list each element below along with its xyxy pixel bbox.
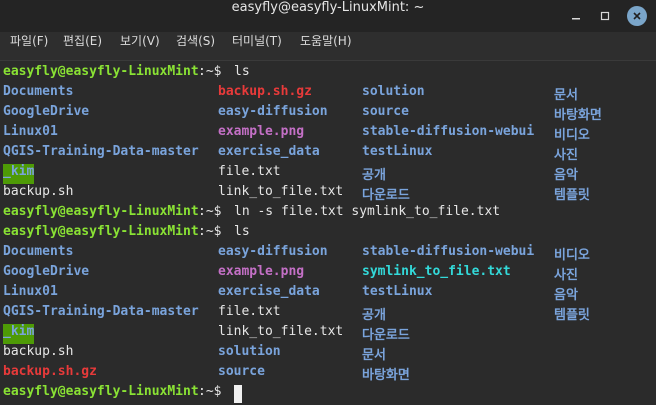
terminal-window: easyfly@easyfly-LinuxMint: ~ 파일(F) 편집(E)… xyxy=(0,0,656,405)
prompt-user-host: easyfly@easyfly-LinuxMint xyxy=(3,204,199,219)
menu-file[interactable]: 파일(F) xyxy=(10,32,48,60)
dir-entry: 음악 xyxy=(554,168,578,183)
dir-entry: exercise_data xyxy=(218,144,320,159)
file-entry: link_to_file.txt xyxy=(218,184,344,199)
close-icon xyxy=(633,12,641,20)
dir-entry: GoogleDrive xyxy=(3,264,90,279)
dir-entry: 템플릿 xyxy=(554,308,590,323)
dir-entry: source xyxy=(218,364,265,379)
dir-entry: 바탕화면 xyxy=(554,108,602,123)
menu-terminal[interactable]: 터미널(T) xyxy=(232,32,282,60)
menu-help[interactable]: 도움말(H) xyxy=(300,32,352,60)
dir-entry: 문서 xyxy=(554,88,578,103)
dir-entry: 공개 xyxy=(362,308,386,323)
dir-entry: solution xyxy=(362,84,425,99)
dir-entry: easy-diffusion xyxy=(218,244,328,259)
file-entry: backup.sh xyxy=(3,344,74,359)
window-title: easyfly@easyfly-LinuxMint: ~ xyxy=(231,0,425,15)
prompt-user-host: easyfly@easyfly-LinuxMint xyxy=(3,384,199,399)
minimize-button[interactable] xyxy=(566,6,586,26)
symlink-entry: symlink_to_file.txt xyxy=(362,264,511,279)
maximize-icon xyxy=(600,11,610,21)
text-cursor xyxy=(234,385,242,403)
terminal-output[interactable]: easyfly@easyfly-LinuxMint :~$ ls Documen… xyxy=(0,61,656,405)
dir-entry: 사진 xyxy=(554,268,578,283)
dir-entry: easy-diffusion xyxy=(218,104,328,119)
dir-entry: stable-diffusion-webui xyxy=(362,244,535,259)
image-entry: example.png xyxy=(218,124,305,139)
prompt-user-host: easyfly@easyfly-LinuxMint xyxy=(3,64,199,79)
maximize-button[interactable] xyxy=(595,6,615,26)
dir-entry: 비디오 xyxy=(554,128,590,143)
dir-entry: 음악 xyxy=(554,288,578,303)
archive-entry: backup.sh.gz xyxy=(218,84,312,99)
file-entry: backup.sh xyxy=(3,184,74,199)
dir-entry: QGIS-Training-Data-master xyxy=(3,144,199,159)
dir-entry: 템플릿 xyxy=(554,188,590,203)
menu-search[interactable]: 검색(S) xyxy=(176,32,215,60)
dir-entry: 다운로드 xyxy=(362,328,410,343)
file-entry: link_to_file.txt xyxy=(218,324,344,339)
dir-entry: 공개 xyxy=(362,168,386,183)
dir-entry: Linux01 xyxy=(3,124,58,139)
dir-entry: testLinux xyxy=(362,144,433,159)
prompt-suffix: :~$ xyxy=(198,64,230,79)
prompt-suffix: :~$ xyxy=(198,384,230,399)
dir-entry: testLinux xyxy=(362,284,433,299)
archive-entry: backup.sh.gz xyxy=(3,364,97,379)
dir-entry: _kim xyxy=(3,324,35,344)
dir-entry: QGIS-Training-Data-master xyxy=(3,304,199,319)
dir-entry: Documents xyxy=(3,84,74,99)
prompt-suffix: :~$ xyxy=(198,224,230,239)
menu-bar: 파일(F) 편집(E) 보기(V) 검색(S) 터미널(T) 도움말(H) xyxy=(0,32,656,61)
dir-entry: _kim xyxy=(3,164,35,184)
close-button[interactable] xyxy=(627,6,647,26)
file-entry: file.txt xyxy=(218,304,281,319)
command-text: ls xyxy=(234,64,250,79)
dir-entry: exercise_data xyxy=(218,284,320,299)
file-entry: file.txt xyxy=(218,164,281,179)
command-text: ls xyxy=(234,224,250,239)
dir-entry: source xyxy=(362,104,409,119)
command-text: ln -s file.txt symlink_to_file.txt xyxy=(234,204,501,219)
title-bar[interactable]: easyfly@easyfly-LinuxMint: ~ xyxy=(0,0,656,32)
prompt-suffix: :~$ xyxy=(198,204,230,219)
menu-view[interactable]: 보기(V) xyxy=(120,32,160,60)
prompt-user-host: easyfly@easyfly-LinuxMint xyxy=(3,224,199,239)
dir-entry: Documents xyxy=(3,244,74,259)
minimize-icon xyxy=(572,18,580,20)
dir-entry: 다운로드 xyxy=(362,188,410,203)
dir-entry: Linux01 xyxy=(3,284,58,299)
dir-entry: 비디오 xyxy=(554,248,590,263)
dir-entry: solution xyxy=(218,344,281,359)
dir-entry: 사진 xyxy=(554,148,578,163)
dir-entry: 바탕화면 xyxy=(362,368,410,383)
dir-entry: stable-diffusion-webui xyxy=(362,124,535,139)
image-entry: example.png xyxy=(218,264,305,279)
menu-edit[interactable]: 편집(E) xyxy=(63,32,102,60)
dir-entry: GoogleDrive xyxy=(3,104,90,119)
dir-entry: 문서 xyxy=(362,348,386,363)
